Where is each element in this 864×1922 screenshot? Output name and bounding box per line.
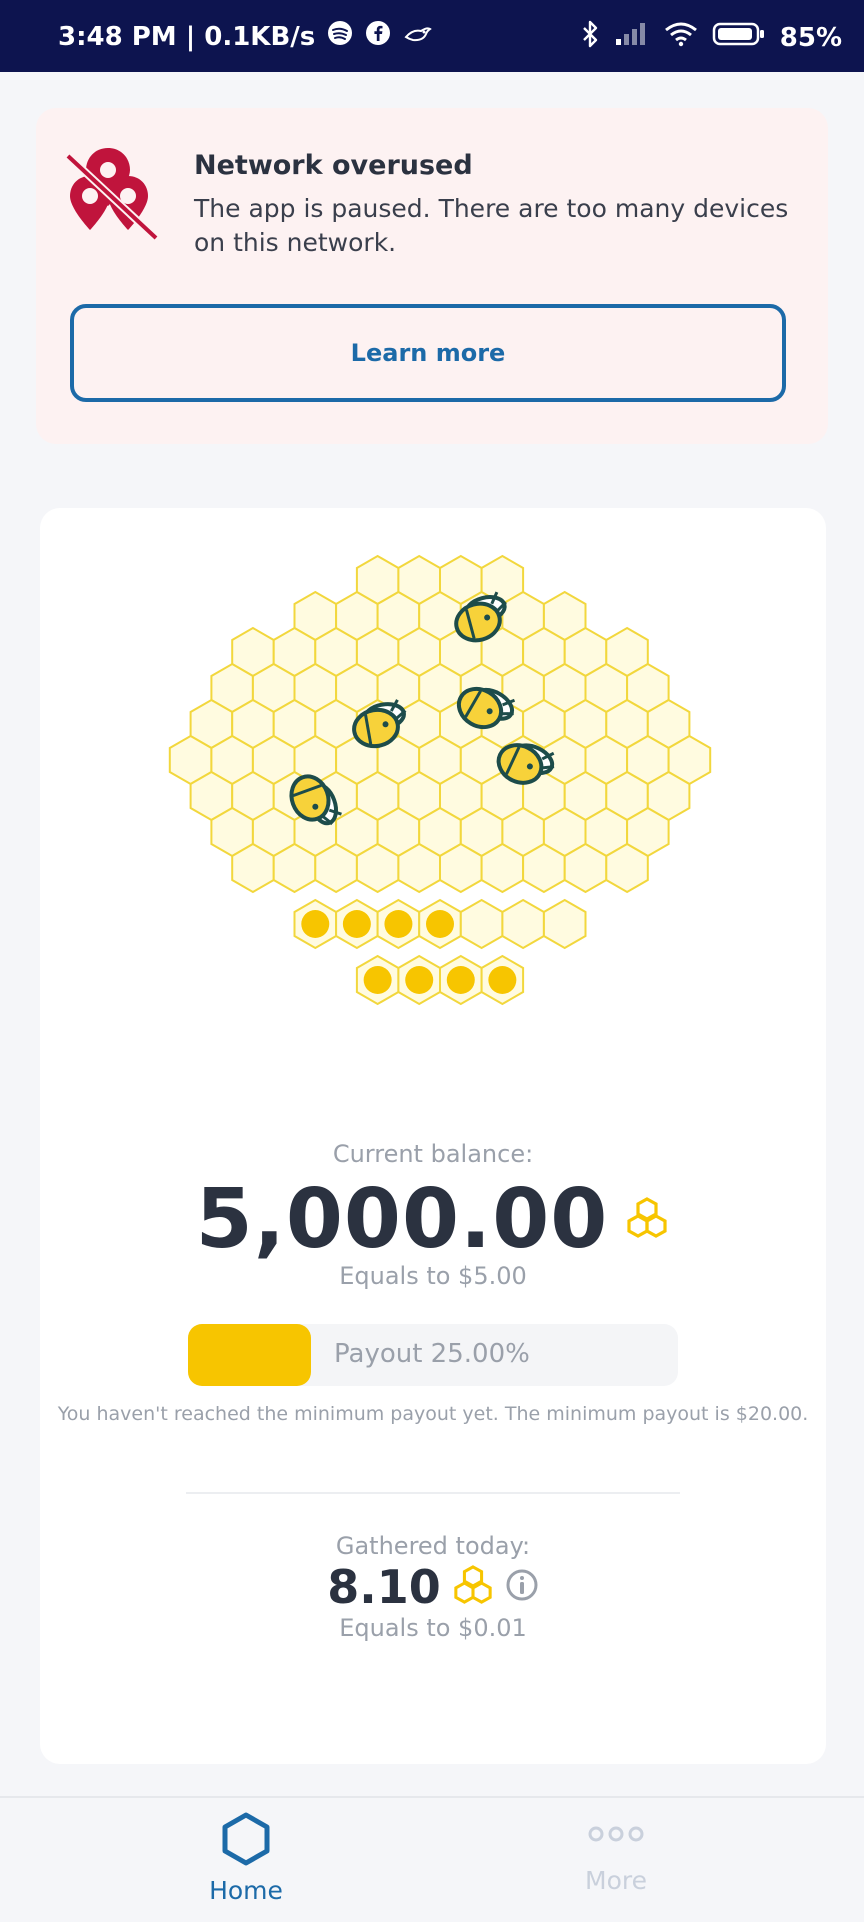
today-label: Gathered today:: [335, 1532, 531, 1560]
payout-label: Payout 25.00%: [334, 1339, 530, 1369]
balance-value: 5,000.00: [195, 1172, 609, 1267]
nav-home[interactable]: Home: [146, 1812, 346, 1905]
info-icon[interactable]: [505, 1568, 539, 1606]
more-dots-icon: [586, 1826, 646, 1856]
learn-more-button[interactable]: Learn more: [70, 304, 786, 402]
alert-message: The app is paused. There are too many de…: [194, 194, 789, 257]
alert-title: Network overused: [194, 150, 473, 181]
today-equals: Equals to $0.01: [339, 1614, 527, 1642]
battery-icon: [712, 21, 766, 54]
wifi-icon: [664, 21, 698, 54]
payout-progress-fill: [188, 1324, 311, 1386]
honey-token-icon: [624, 1196, 670, 1243]
bird-icon: [403, 21, 433, 52]
spotify-icon: [327, 20, 353, 53]
battery-level: 85%: [779, 22, 842, 53]
divider: [186, 1492, 680, 1494]
nav-more[interactable]: More: [516, 1812, 716, 1895]
payout-progress: Payout 25.00%: [188, 1324, 678, 1386]
payout-note: You haven't reached the minimum payout y…: [57, 1403, 809, 1425]
nav-home-label: Home: [209, 1876, 283, 1905]
bluetooth-icon: [580, 20, 600, 55]
hexagon-home-icon: [221, 1812, 271, 1870]
signal-icon: [614, 21, 650, 54]
honeycomb-illustration: [160, 550, 720, 1090]
location-off-icon: [64, 148, 196, 258]
balance-card: Current balance: 5,000.00 Equals to $5.0…: [40, 508, 826, 1764]
status-time-speed: 3:48 PM | 0.1KB/s: [58, 21, 316, 52]
nav-more-label: More: [585, 1866, 647, 1895]
bottom-nav: Home More: [0, 1796, 864, 1922]
honey-token-icon: [451, 1565, 495, 1609]
network-alert: Network overused The app is paused. Ther…: [36, 108, 828, 444]
balance-label: Current balance:: [332, 1140, 534, 1168]
today-value: 8.10: [327, 1560, 441, 1614]
balance-equals: Equals to $5.00: [339, 1262, 527, 1290]
facebook-icon: [365, 20, 391, 53]
status-bar: 3:48 PM | 0.1KB/s 85%: [0, 0, 864, 72]
